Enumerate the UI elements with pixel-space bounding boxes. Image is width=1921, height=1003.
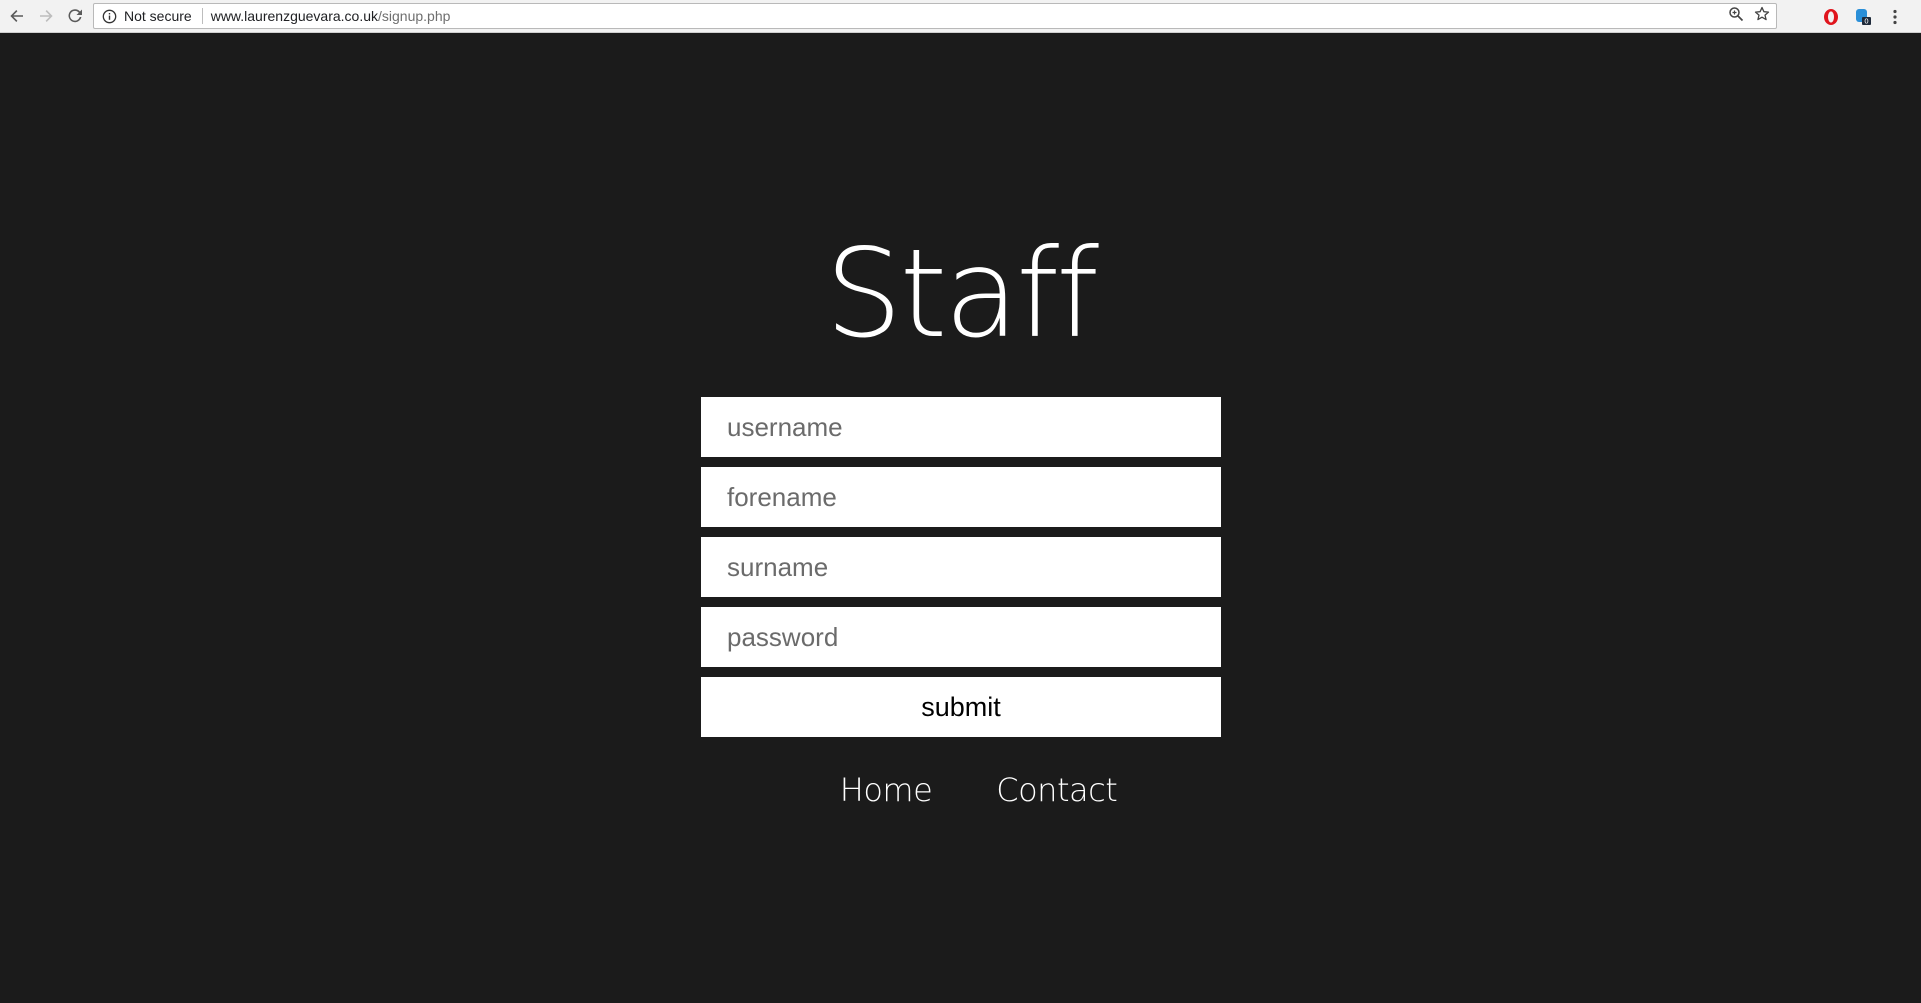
page-title: Staff [825,223,1099,365]
forename-field[interactable] [701,467,1221,527]
contact-link[interactable]: Contact [996,771,1118,809]
security-label[interactable]: Not secure [124,8,192,24]
home-link[interactable]: Home [840,771,933,809]
address-bar[interactable]: Not secure www.laurenzguevara.co.uk/sign… [93,3,1777,29]
omnibox-divider [201,8,203,24]
page-body: Staff submit Home Contact [0,33,1921,1003]
url-text[interactable]: www.laurenzguevara.co.uk/signup.php [211,8,451,24]
opera-icon[interactable] [1822,8,1840,26]
username-field[interactable] [701,397,1221,457]
svg-text:0: 0 [1864,17,1868,25]
star-icon[interactable] [1754,6,1770,27]
submit-button[interactable]: submit [701,677,1221,737]
back-arrow-icon[interactable] [4,4,29,29]
extension-icon[interactable]: 0 [1854,8,1872,26]
surname-field[interactable] [701,537,1221,597]
signup-form: submit [701,397,1221,737]
kebab-menu-icon[interactable] [1886,8,1904,26]
omnibox-actions [1728,4,1770,28]
zoom-icon[interactable] [1728,6,1744,27]
browser-toolbar: Not secure www.laurenzguevara.co.uk/sign… [0,0,1921,33]
forward-arrow-icon[interactable] [33,4,58,29]
info-icon[interactable] [98,5,120,27]
footer-nav: Home Contact [0,771,1921,809]
url-path: /signup.php [378,8,451,24]
password-field[interactable] [701,607,1221,667]
url-host: www.laurenzguevara.co.uk [210,8,379,24]
reload-icon[interactable] [62,4,87,29]
extensions-area: 0 [1822,0,1904,33]
